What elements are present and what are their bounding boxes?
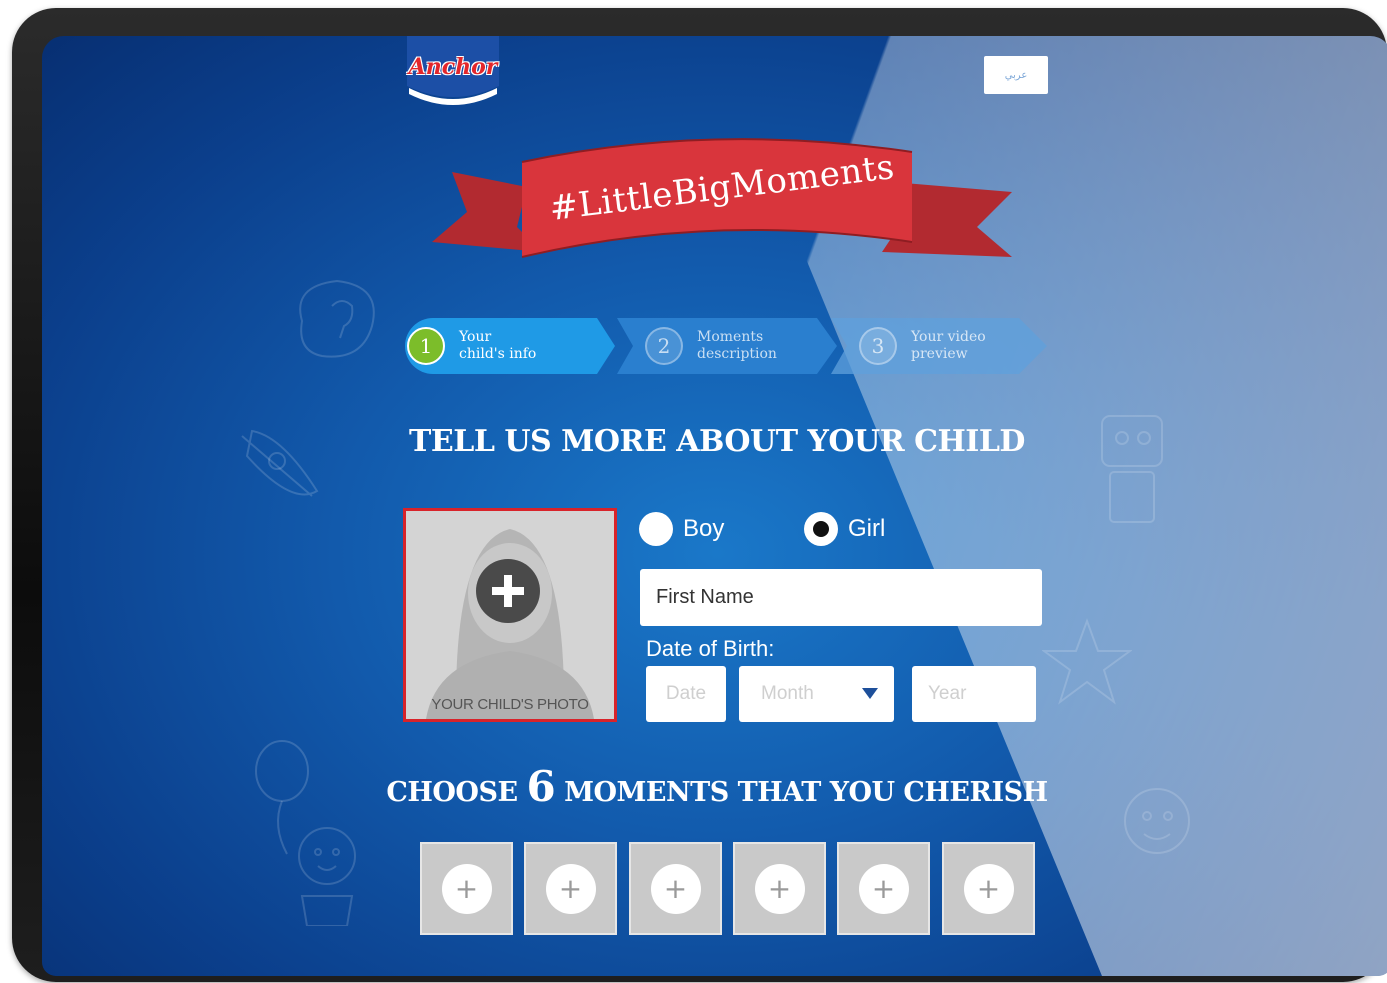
- step-child-info[interactable]: 1 Your child's info: [405, 318, 615, 374]
- step-moments-description[interactable]: 2 Moments description: [617, 318, 837, 374]
- progress-stepper: 1 Your child's info 2 Moments descriptio…: [405, 318, 1047, 374]
- logo-text: Anchor: [408, 54, 498, 80]
- language-toggle-button[interactable]: عربي: [984, 56, 1048, 94]
- step-video-preview[interactable]: 3 Your video preview: [831, 318, 1047, 374]
- step-number-2: 2: [645, 327, 683, 365]
- anchor-logo: Anchor: [405, 36, 501, 110]
- app-screen: Anchor عربي #LittleBigMoments 1 Your chi…: [42, 36, 1387, 976]
- tablet-frame: Anchor عربي #LittleBigMoments 1 Your chi…: [12, 8, 1387, 982]
- plus-circle-icon: +: [441, 863, 492, 914]
- plus-circle-icon: +: [754, 863, 805, 914]
- caret-down-icon: [862, 688, 878, 699]
- moment-slots: + + + + + +: [420, 842, 1040, 938]
- dob-month-select[interactable]: Month: [739, 666, 894, 722]
- doodle-lightbulb-icon: [299, 279, 375, 358]
- moment-slot-5[interactable]: +: [837, 842, 930, 935]
- moments-title: CHOOSE 6 MOMENTS THAT YOU CHERISH: [42, 762, 1387, 811]
- gender-radio-girl[interactable]: Girl: [804, 512, 885, 546]
- doodle-robot-icon: [1101, 415, 1163, 523]
- plus-circle-icon: +: [650, 863, 701, 914]
- step-number-1: 1: [407, 327, 445, 365]
- plus-circle-icon: +: [858, 863, 909, 914]
- moment-slot-1[interactable]: +: [420, 842, 513, 935]
- gender-label-boy: Boy: [683, 515, 725, 542]
- month-select-value: Month: [761, 683, 814, 704]
- moments-title-prefix: CHOOSE: [386, 777, 518, 808]
- gender-label-girl: Girl: [848, 515, 886, 542]
- radio-circle-icon: [639, 512, 673, 546]
- dob-date-input[interactable]: [646, 666, 726, 722]
- plus-circle-icon: +: [963, 863, 1014, 914]
- step-label-2: Moments description: [697, 329, 777, 362]
- moments-count: 6: [526, 762, 556, 811]
- radio-selected-icon: [804, 512, 838, 546]
- doodle-star-icon: [1042, 618, 1132, 705]
- child-photo-upload[interactable]: YOUR CHILD'S PHOTO: [403, 508, 617, 722]
- first-name-input[interactable]: [640, 569, 1042, 626]
- dob-label: Date of Birth:: [646, 636, 775, 661]
- add-photo-icon[interactable]: [476, 559, 540, 623]
- moment-slot-2[interactable]: +: [524, 842, 617, 935]
- moment-slot-3[interactable]: +: [629, 842, 722, 935]
- moment-slot-6[interactable]: +: [942, 842, 1035, 935]
- doodle-kid-face-icon: [298, 827, 356, 926]
- form-title: TELL US MORE ABOUT YOUR CHILD: [409, 424, 1025, 459]
- plus-circle-icon: +: [545, 863, 596, 914]
- moment-slot-4[interactable]: +: [733, 842, 826, 935]
- moments-title-suffix: MOMENTS THAT YOU CHERISH: [564, 777, 1048, 808]
- step-label-1: Your child's info: [459, 329, 537, 362]
- step-number-3: 3: [859, 327, 897, 365]
- step-label-3: Your video preview: [911, 329, 986, 362]
- hashtag-banner: #LittleBigMoments: [412, 132, 1032, 282]
- dob-year-input[interactable]: [912, 666, 1036, 722]
- gender-radio-boy[interactable]: Boy: [639, 512, 724, 546]
- photo-caption: YOUR CHILD'S PHOTO: [431, 696, 589, 713]
